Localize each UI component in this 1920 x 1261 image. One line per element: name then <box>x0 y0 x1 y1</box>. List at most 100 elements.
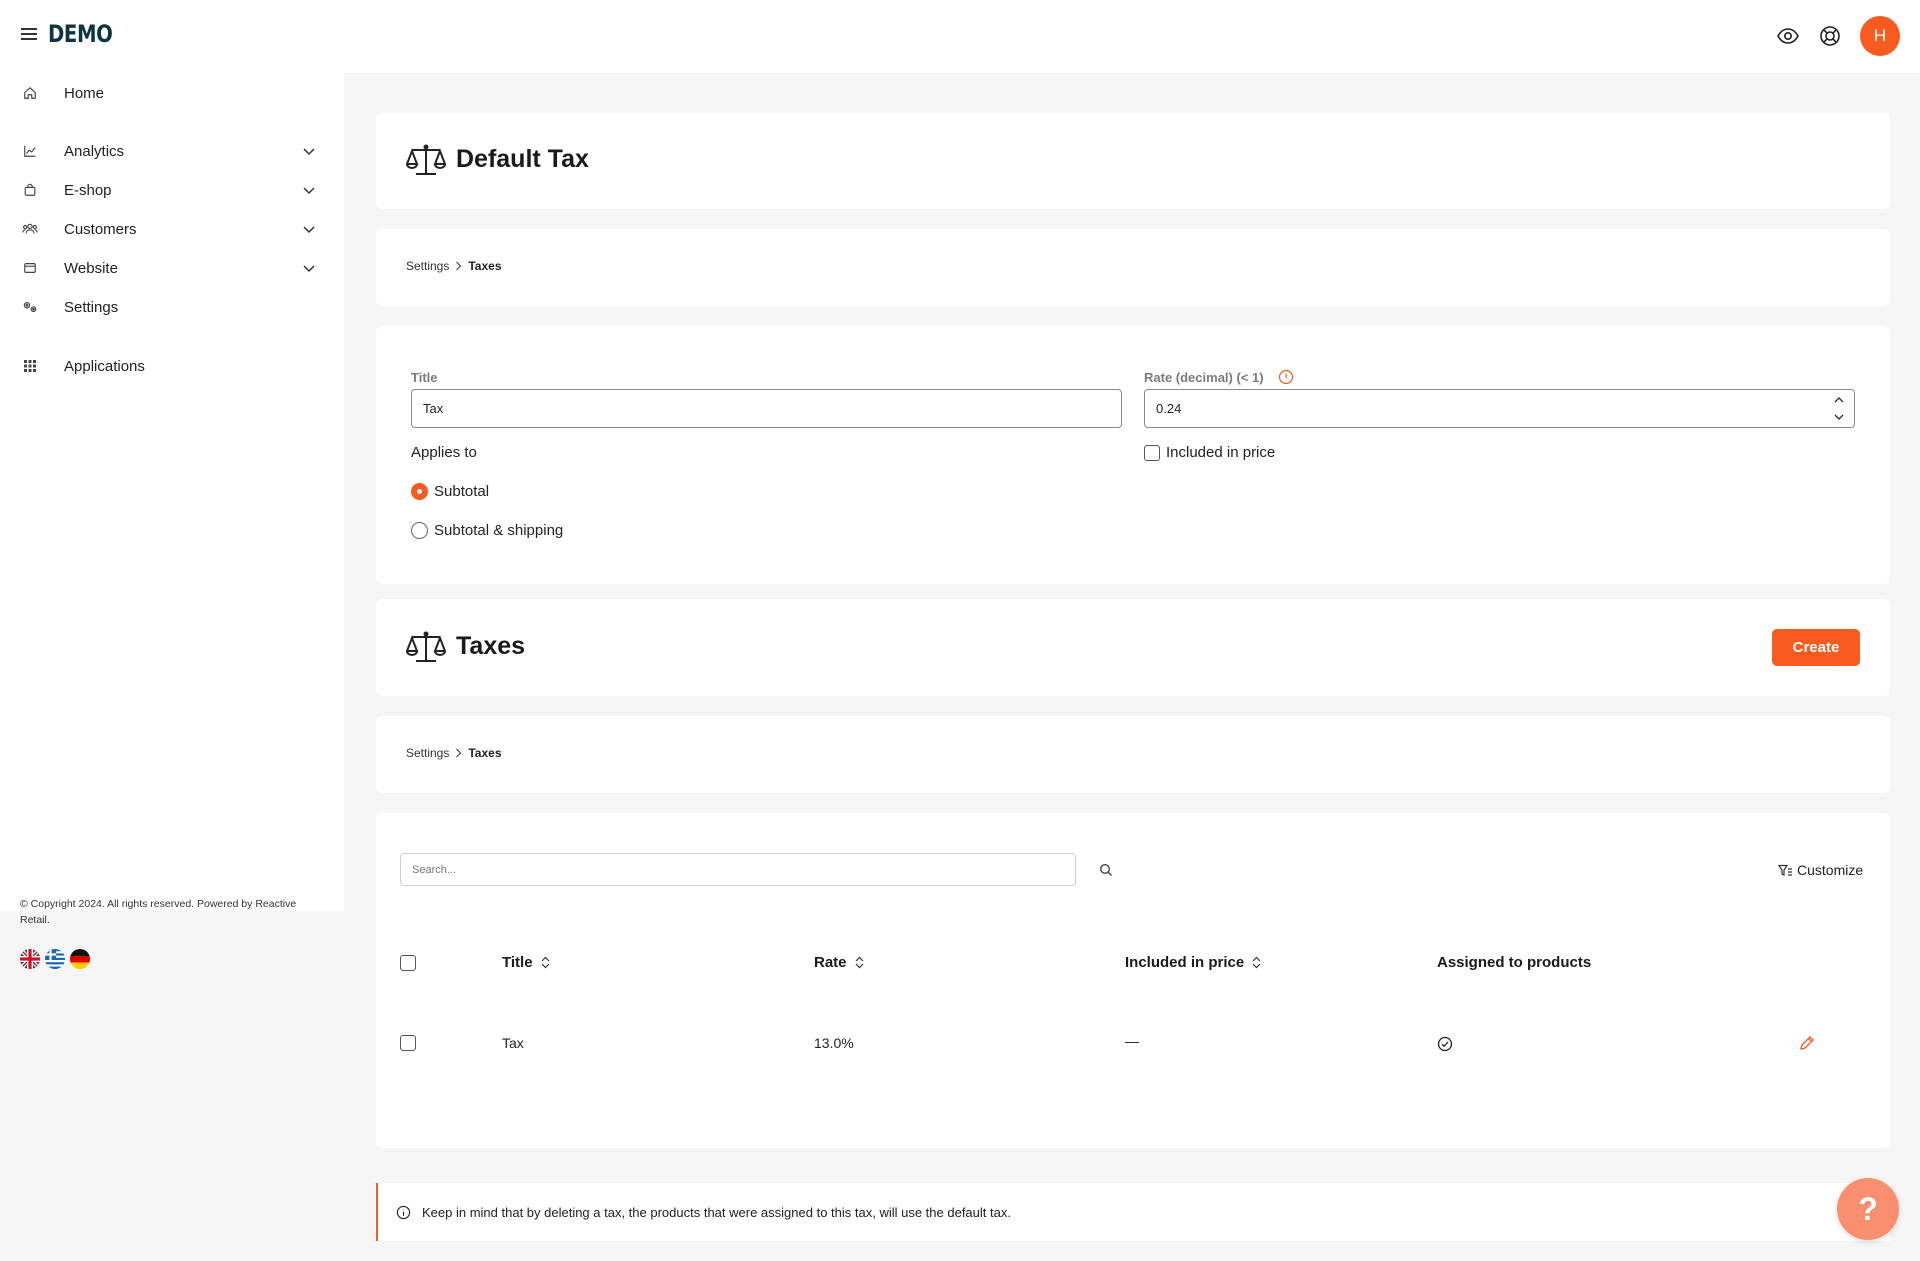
breadcrumb-settings-link[interactable]: Settings <box>406 259 449 273</box>
eye-icon[interactable] <box>1773 21 1803 51</box>
language-switcher <box>20 949 90 969</box>
sidebar-item-home[interactable]: Home <box>0 77 344 109</box>
rate-input-wrap <box>1144 389 1855 428</box>
taxes-header: Taxes Create <box>376 599 1890 696</box>
cell-title: Tax <box>502 1035 524 1051</box>
column-included-label: Included in price <box>1125 954 1245 971</box>
users-icon <box>22 221 38 237</box>
sidebar-item-label: Applications <box>64 357 145 375</box>
sidebar-item-settings[interactable]: Settings <box>0 291 344 323</box>
rate-input[interactable] <box>1144 389 1855 428</box>
default-tax-form: Title Rate (decimal) (< 1) Applies to Su… <box>376 326 1890 584</box>
chevron-down-icon <box>303 226 315 234</box>
greece-flag-icon[interactable] <box>45 949 65 969</box>
browser-icon <box>22 260 38 276</box>
scales-icon <box>406 144 446 175</box>
column-header-assigned: Assigned to products <box>1437 954 1591 971</box>
sidebar-item-website[interactable]: Website <box>0 252 344 284</box>
sidebar-item-label: Website <box>64 259 118 277</box>
sidebar-item-eshop[interactable]: E-shop <box>0 174 344 206</box>
column-rate-label: Rate <box>814 954 847 971</box>
user-avatar[interactable]: H <box>1860 16 1900 56</box>
column-header-title[interactable]: Title <box>502 954 550 971</box>
germany-flag-icon[interactable] <box>70 949 90 969</box>
breadcrumb-settings-link[interactable]: Settings <box>406 746 449 760</box>
logo[interactable]: DEMO <box>48 20 113 48</box>
included-in-price-checkbox[interactable]: Included in price <box>1144 444 1275 461</box>
chevron-right-icon <box>456 261 462 271</box>
breadcrumb: Settings Taxes <box>406 259 502 273</box>
info-icon <box>396 1205 411 1220</box>
sidebar-item-analytics[interactable]: Analytics <box>0 135 344 167</box>
customize-button[interactable]: Customize <box>1778 862 1863 878</box>
grid-icon <box>22 358 38 374</box>
column-assigned-label: Assigned to products <box>1437 954 1592 971</box>
info-icon[interactable] <box>1278 369 1294 385</box>
gears-icon <box>22 299 38 315</box>
title-input[interactable] <box>411 389 1122 428</box>
subtotal-radio[interactable]: Subtotal <box>411 483 489 500</box>
sort-icon[interactable] <box>855 956 864 969</box>
chevron-down-icon <box>303 187 315 195</box>
breadcrumb-current: Taxes <box>468 259 502 273</box>
sidebar-item-applications[interactable]: Applications <box>0 350 344 382</box>
search-input[interactable] <box>400 853 1076 886</box>
create-button[interactable]: Create <box>1772 629 1860 666</box>
sidebar-item-customers[interactable]: Customers <box>0 213 344 245</box>
checkbox[interactable] <box>1144 444 1160 461</box>
radio-checked[interactable] <box>411 483 428 500</box>
breadcrumb: Settings Taxes <box>406 746 502 760</box>
sidebar-item-label: E-shop <box>64 181 112 199</box>
column-header-included[interactable]: Included in price <box>1125 954 1261 971</box>
sidebar-item-label: Customers <box>64 220 137 238</box>
top-bar: DEMO H <box>0 0 1920 73</box>
filter-columns-icon <box>1778 864 1792 876</box>
title-field-label: Title <box>411 370 438 385</box>
column-title-label: Title <box>502 954 533 971</box>
row-checkbox[interactable] <box>400 1035 416 1051</box>
select-all-checkbox[interactable] <box>400 955 416 971</box>
sidebar-item-label: Settings <box>64 298 119 316</box>
breadcrumb-card: Settings Taxes <box>376 716 1890 793</box>
subtotal-shipping-radio[interactable]: Subtotal & shipping <box>411 522 563 539</box>
cell-included: — <box>1125 1033 1139 1049</box>
taxes-table-card: Customize Title Rate Included in price A… <box>376 813 1890 1148</box>
subtotal-label: Subtotal <box>434 483 490 500</box>
rate-field-label: Rate (decimal) (< 1) <box>1144 370 1264 385</box>
notice-text: Keep in mind that by deleting a tax, the… <box>422 1205 1011 1220</box>
stepper-down-icon[interactable] <box>1834 413 1844 421</box>
sort-icon[interactable] <box>541 956 550 969</box>
shopping-bag-icon <box>22 182 38 198</box>
page-title: Default Tax <box>456 145 589 173</box>
menu-icon[interactable] <box>21 28 37 40</box>
applies-to-label: Applies to <box>411 444 477 461</box>
sidebar-item-label: Home <box>64 84 105 102</box>
stepper-up-icon[interactable] <box>1834 396 1844 404</box>
default-tax-header: Default Tax <box>376 113 1890 209</box>
check-circle-icon <box>1437 1036 1453 1052</box>
chevron-down-icon <box>303 148 315 156</box>
sidebar-item-label: Analytics <box>64 142 125 160</box>
scales-icon <box>406 631 446 662</box>
included-in-price-label: Included in price <box>1166 444 1276 461</box>
column-header-rate[interactable]: Rate <box>814 954 864 971</box>
chart-icon <box>22 143 38 159</box>
cell-rate: 13.0% <box>814 1035 854 1051</box>
breadcrumb-current: Taxes <box>468 746 502 760</box>
sidebar: Home Analytics E-shop Customers Website … <box>0 73 344 969</box>
uk-flag-icon[interactable] <box>20 949 40 969</box>
help-button[interactable]: ? <box>1837 1178 1899 1240</box>
sort-icon[interactable] <box>1252 956 1261 969</box>
subtotal-shipping-label: Subtotal & shipping <box>434 522 564 539</box>
lifebuoy-icon[interactable] <box>1815 21 1845 51</box>
breadcrumb-card: Settings Taxes <box>376 229 1890 306</box>
copyright-text: © Copyright 2024. All rights reserved. P… <box>20 898 297 926</box>
home-icon <box>22 85 38 101</box>
section-title: Taxes <box>456 632 526 660</box>
edit-pencil-icon[interactable] <box>1799 1035 1815 1051</box>
chevron-right-icon <box>456 748 462 758</box>
search-icon[interactable] <box>1099 863 1113 877</box>
radio-unchecked[interactable] <box>411 522 428 539</box>
chevron-down-icon <box>303 265 315 273</box>
customize-label: Customize <box>1797 862 1864 878</box>
